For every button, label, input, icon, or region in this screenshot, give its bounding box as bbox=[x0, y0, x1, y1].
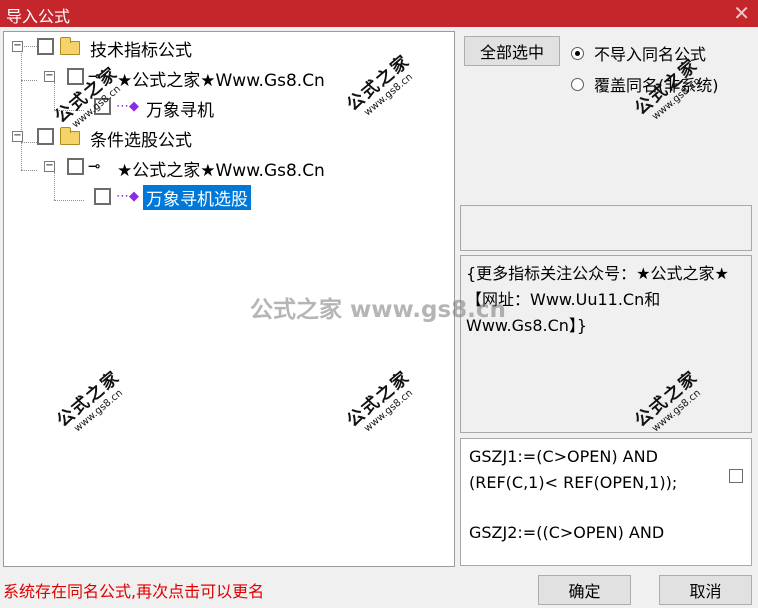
tree-node-checkbox[interactable] bbox=[94, 188, 111, 205]
tree-node-label: 技术指标公式 bbox=[90, 41, 192, 61]
radio-indicator[interactable] bbox=[571, 77, 584, 91]
radio-overwrite-label: 覆盖同名(非系统) bbox=[594, 76, 719, 95]
tree-node-label: 万象寻机 bbox=[146, 101, 214, 121]
tree-node-group[interactable]: − ⊸ ★公式之家★Www.Gs8.Cn bbox=[4, 155, 444, 181]
collapse-icon[interactable]: − bbox=[44, 161, 55, 172]
tree-node-label: ★公式之家★Www.Gs8.Cn bbox=[117, 161, 325, 181]
tree-node-group[interactable]: − ⊸ ★公式之家★Www.Gs8.Cn bbox=[4, 65, 444, 91]
code-line: GSZJ2:=((C>OPEN) AND bbox=[469, 523, 665, 542]
code-checkbox[interactable] bbox=[729, 469, 743, 483]
tree-node-label: 万象寻机选股 bbox=[143, 185, 251, 210]
collapse-icon[interactable]: − bbox=[44, 71, 55, 82]
folder-icon bbox=[60, 127, 80, 145]
window-title: 导入公式 bbox=[6, 7, 71, 26]
formula-gem-icon: ⋯◆ bbox=[116, 189, 139, 204]
formula-gem-icon: ⋯◆ bbox=[116, 99, 139, 114]
tree-node-checkbox[interactable] bbox=[37, 38, 54, 55]
close-icon[interactable]: ✕ bbox=[733, 1, 750, 25]
tree-node-formula[interactable]: ⋯◆ 万象寻机 bbox=[4, 95, 444, 121]
tree-node-folder[interactable]: − 条件选股公式 bbox=[4, 125, 444, 151]
ok-button[interactable]: 确定 bbox=[538, 575, 631, 605]
key-icon: ⊸ bbox=[88, 157, 101, 175]
title-bar: 导入公式 ✕ bbox=[0, 0, 758, 27]
status-message: 系统存在同名公式,再次点击可以更名 bbox=[3, 582, 265, 601]
tree-node-checkbox[interactable] bbox=[67, 68, 84, 85]
code-line: (REF(C,1)< REF(OPEN,1)); bbox=[469, 473, 678, 492]
folder-icon bbox=[60, 37, 80, 55]
radio-indicator[interactable] bbox=[571, 46, 584, 60]
tree-node-checkbox[interactable] bbox=[94, 98, 111, 115]
formula-tree[interactable]: − 技术指标公式 − ⊸ ★公式之家★Www.Gs8.Cn ⋯◆ 万象寻机 − … bbox=[3, 31, 455, 567]
tree-node-checkbox[interactable] bbox=[67, 158, 84, 175]
formula-code-box[interactable]: GSZJ1:=(C>OPEN) AND (REF(C,1)< REF(OPEN,… bbox=[460, 438, 752, 566]
info-note: {更多指标关注公众号：★公式之家★【网址：Www.Uu11.Cn和Www.Gs8… bbox=[466, 264, 729, 335]
tree-node-label: ★公式之家★Www.Gs8.Cn bbox=[117, 71, 325, 91]
collapse-icon[interactable]: − bbox=[12, 131, 23, 142]
radio-no-import-label: 不导入同名公式 bbox=[594, 45, 707, 64]
tree-node-label: 条件选股公式 bbox=[90, 131, 192, 151]
tree-node-checkbox[interactable] bbox=[37, 128, 54, 145]
key-icon: ⊸ bbox=[88, 67, 101, 85]
collapse-icon[interactable]: − bbox=[12, 41, 23, 52]
select-all-button[interactable]: 全部选中 bbox=[464, 36, 560, 66]
code-line: GSZJ1:=(C>OPEN) AND bbox=[469, 447, 658, 466]
tree-node-folder[interactable]: − 技术指标公式 bbox=[4, 35, 444, 61]
tree-node-formula-selected[interactable]: ⋯◆ 万象寻机选股 bbox=[4, 185, 444, 210]
radio-overwrite[interactable]: 覆盖同名(非系统) bbox=[571, 72, 719, 96]
description-box bbox=[460, 205, 752, 251]
cancel-button[interactable]: 取消 bbox=[659, 575, 752, 605]
radio-no-import[interactable]: 不导入同名公式 bbox=[571, 41, 706, 65]
